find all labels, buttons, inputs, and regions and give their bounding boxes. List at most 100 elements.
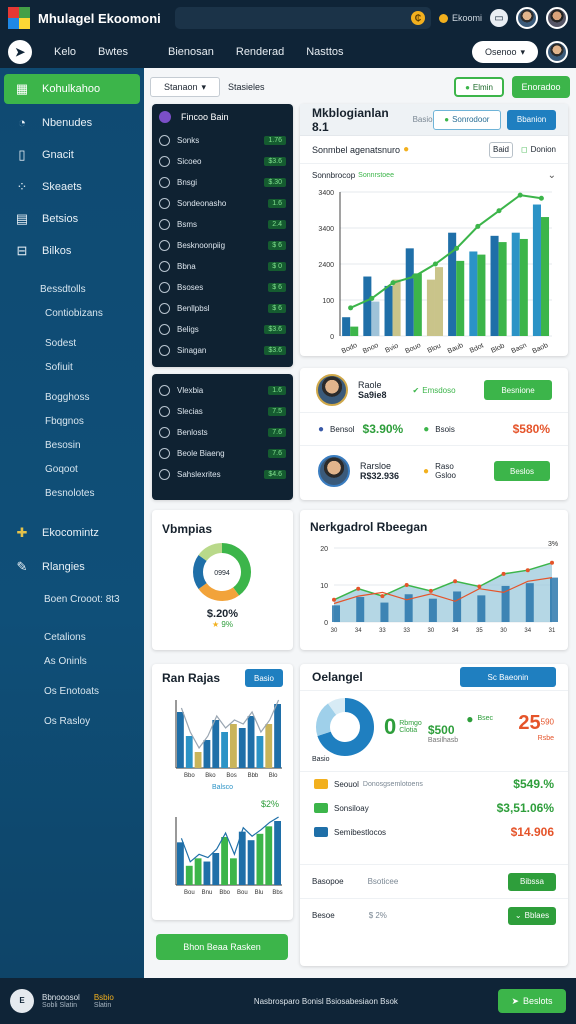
status-indicator[interactable]: Ekoomi [438, 13, 482, 23]
sidebar-subitem[interactable]: Contiobizans [40, 302, 144, 326]
nav-link-bienosan[interactable]: Bienosan [168, 46, 214, 58]
sidebar-subitem[interactable]: Cetalions [44, 626, 144, 650]
window-icon[interactable]: ▭ [490, 9, 508, 27]
toolbar-green-button[interactable]: Enoradoo [512, 76, 570, 98]
x-tick-label: 35 [476, 628, 483, 634]
main-chart-filter-tag: Sonnrstoee [358, 171, 394, 179]
main-chart-blue-button[interactable]: Bbanion [507, 109, 556, 130]
avatar[interactable] [516, 7, 538, 29]
line-chart-title: Nerkgadrol Rbeegan [310, 520, 428, 534]
dark-panel-row[interactable]: Slecias 7.5 [152, 401, 293, 422]
mini-bar [212, 853, 220, 885]
top-search-bar[interactable]: ₵ [174, 7, 431, 29]
mini-bar [256, 736, 264, 768]
mini-bar [265, 826, 273, 885]
sidebar-item-kohulkahoo[interactable]: ▦ Kohulkahoo [4, 74, 140, 104]
nav-select[interactable]: Osenoo ▾ [472, 41, 538, 63]
arrow-icon[interactable]: ➤ [8, 40, 32, 64]
dark-panel-row[interactable]: Sicoeo $3.6 [152, 151, 293, 172]
dark-panel-row[interactable]: Bsoses $ 6 [152, 277, 293, 298]
dark-row-label: Beligs [177, 325, 199, 334]
toolbar-outline-button[interactable]: ● Elmin [454, 77, 504, 97]
area-bar [477, 595, 486, 622]
dark-panel-row[interactable]: Benllpbsl $ 6 [152, 298, 293, 319]
dark-panel-row[interactable]: Besknoonpiig $ 6 [152, 235, 293, 256]
nav-link-nasttos[interactable]: Nasttos [306, 46, 343, 58]
donut-value: $.20% [206, 608, 239, 620]
profile-avatar-2[interactable] [318, 455, 350, 487]
profile-action-button[interactable]: Besnione [484, 380, 552, 400]
coin-icon[interactable]: ₵ [410, 11, 425, 25]
bar-card-button[interactable]: Basio [245, 669, 283, 687]
sidebar-subitem[interactable]: Os Rasloy [44, 710, 144, 734]
dark-panel-row[interactable]: Bbna $ 0 [152, 256, 293, 277]
donut-sub: ★ 9% [152, 620, 293, 629]
profile-avatar[interactable] [316, 374, 348, 406]
detail-row[interactable]: Seouol Donosgsemlotoens $549.% [300, 772, 568, 796]
sidebar-item-betsios[interactable]: ▤ Betsios [4, 204, 140, 234]
area-bar [550, 577, 558, 622]
profile2-action-button[interactable]: Beslos [494, 461, 550, 481]
footer-action-button[interactable]: ➤ Beslots [498, 989, 566, 1013]
detail-footer2-button[interactable]: ⌄ Bblaes [508, 906, 556, 925]
dark-row-label: Slecias [177, 407, 203, 416]
chevron-down-icon[interactable]: ⌄ [548, 170, 556, 181]
mini-bar-chart-2: Bou Bnu Bbo Bou Blu Bbs [175, 816, 283, 896]
main-chart-sub-button[interactable]: Baid [489, 141, 513, 158]
user-avatar[interactable] [546, 41, 568, 63]
sidebar-subitem[interactable]: Goqoot [40, 458, 144, 482]
sidebar-item-nbenudes[interactable]: ◔ Nbenudes [4, 108, 140, 138]
dark-panel-row[interactable]: Beligs $3.6 [152, 319, 293, 340]
dark-panel-row[interactable]: Sondeonasho 1.6 [152, 193, 293, 214]
sidebar-subitem[interactable]: Sodest [40, 332, 144, 356]
main-chart-sub-link[interactable]: ◻ Donion [521, 145, 556, 154]
line-point [356, 586, 361, 591]
dark-panel-row[interactable]: Sonks 1.76 [152, 130, 293, 151]
footer-badge[interactable]: E [10, 989, 34, 1013]
toolbar-outline-label: Elmin [472, 82, 493, 92]
dark-panel-row[interactable]: Vlexbia 1.6 [152, 380, 293, 401]
avatar-secondary[interactable] [546, 7, 568, 29]
nav-link-kelo[interactable]: Kelo [54, 46, 76, 58]
sidebar-subitem[interactable]: Sofiuit [40, 356, 144, 380]
detail-card-button[interactable]: Sc Baeonin [460, 667, 556, 687]
row-circle-icon [159, 427, 170, 438]
top-bar: Mhulagel Ekoomoni ₵ Ekoomi ▭ [0, 0, 576, 36]
nav-link-bwtes[interactable]: Bwtes [98, 46, 128, 58]
area-bar [428, 598, 437, 622]
detail-row[interactable]: Semibestlocos $14.906 [300, 820, 568, 844]
sidebar-item-bilkos[interactable]: ⊟ Bilkos [4, 236, 140, 266]
sidebar-subitem[interactable]: Besnolotes [40, 482, 144, 506]
sidebar-subitem[interactable]: Besosin [40, 434, 144, 458]
detail-footer1-button[interactable]: Bibssa [508, 872, 556, 891]
dark-panel-row[interactable]: Sahslexrites $4.6 [152, 464, 293, 485]
trend-point [411, 274, 417, 280]
detail-footer1-sub: Bsoticee [367, 877, 399, 886]
dark-panel-row[interactable]: Beole Biaeng 7.6 [152, 443, 293, 464]
sidebar-item-skeaets[interactable]: ⁘ Skeaets [4, 172, 140, 202]
sidebar-item-label: Betsios [42, 213, 79, 225]
detail-row[interactable]: Sonsiloay $3,51.06% [300, 796, 568, 820]
sidebar-subitem[interactable]: Boen Crooot: 8t3 [44, 588, 144, 612]
sidebar-item-ekocomintz[interactable]: ✚ Ekocomintz [4, 518, 140, 548]
sidebar-subitem[interactable]: As Oninls [44, 650, 144, 674]
dark-panel-row[interactable]: Bnsgi $.30 [152, 172, 293, 193]
sidebar-subitem[interactable]: Fbqgnos [40, 410, 144, 434]
dark-panel-row[interactable]: Bsms 2.4 [152, 214, 293, 235]
sidebar-item-gnacit[interactable]: ▯ Gnacit [4, 140, 140, 170]
main-chart-outline-button[interactable]: ● Sonrodoor [432, 109, 502, 130]
profile2-stat-value: Gsloo [435, 471, 456, 480]
detail-footer2-value: $ 2% [368, 911, 387, 920]
sidebar-subitem[interactable]: Os Enotoats [44, 680, 144, 704]
edit-icon: ✎ [16, 559, 28, 574]
dark-panel-row[interactable]: Benlosts 7.6 [152, 422, 293, 443]
green-wide-button[interactable]: Bhon Beaa Rasken [156, 934, 288, 960]
sidebar-subitem[interactable]: Bogghoss [40, 386, 144, 410]
nav-link-renderad[interactable]: Renderad [236, 46, 284, 58]
main-chart-subtitle: Sonmbel agenatsnuro [312, 144, 401, 155]
toolbar-select[interactable]: Stanaon ▾ [150, 77, 220, 97]
dark-panel-row[interactable]: Sinagan $3.6 [152, 340, 293, 361]
info-dot-icon: ● [318, 423, 325, 435]
sidebar-item-rlangies[interactable]: ✎ Rlangies [4, 552, 140, 582]
sidebar-item-label: Ekocomintz [42, 527, 99, 539]
